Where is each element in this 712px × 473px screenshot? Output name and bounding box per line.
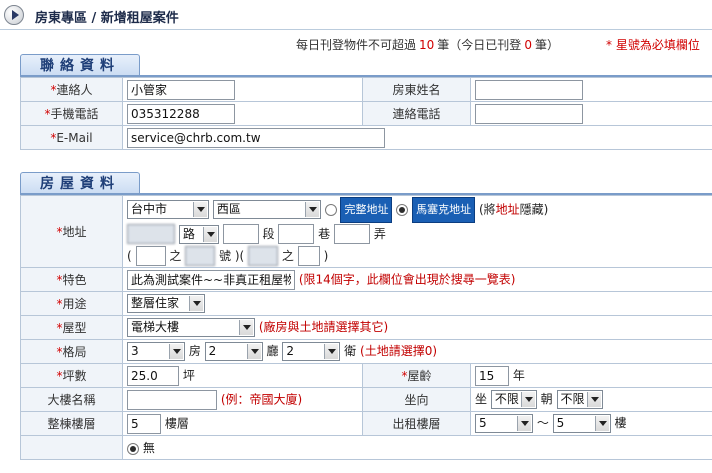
house-section-tab: 房屋資料 bbox=[20, 172, 140, 195]
address-label: *地址 bbox=[20, 195, 123, 268]
house-type-label: *屋型 bbox=[20, 315, 123, 340]
alley-input[interactable] bbox=[334, 224, 370, 244]
lane-input[interactable] bbox=[278, 224, 315, 244]
posted-today-count: 0 bbox=[524, 38, 532, 52]
mobile-label: *手機電話 bbox=[20, 101, 123, 126]
contact-name-input[interactable] bbox=[127, 79, 235, 100]
road-input[interactable] bbox=[127, 224, 175, 244]
phone-label: 連絡電話 bbox=[362, 101, 471, 126]
city-select[interactable]: 台中市 bbox=[127, 200, 209, 219]
mobile-input[interactable] bbox=[127, 103, 235, 124]
mosaic-address-radio[interactable] bbox=[396, 203, 409, 216]
building-name-label: 大樓名稱 bbox=[20, 387, 123, 412]
extra-option-label bbox=[20, 435, 123, 460]
full-address-button[interactable]: 完整地址 bbox=[340, 196, 393, 223]
building-name-hint: (例：帝國大廈) bbox=[220, 392, 303, 406]
none-option-label: 無 bbox=[142, 441, 155, 455]
daily-limit-count: 10 bbox=[419, 38, 435, 52]
halls-select[interactable]: 2 bbox=[204, 342, 263, 361]
total-floors-label: 整棟樓層 bbox=[20, 411, 123, 436]
feature-input[interactable] bbox=[127, 269, 295, 290]
daily-limit-notice: 每日刊登物件不可超過 10 筆（今日已刊登 0 筆） bbox=[296, 38, 559, 52]
page-title: 房東專區 / 新增租屋案件 bbox=[35, 11, 179, 26]
rooms-select[interactable]: 3 bbox=[127, 342, 185, 361]
age-label: *屋齡 bbox=[362, 363, 471, 388]
house-table: *地址 台中市 西區 完整地址 馬塞克地址 (將地址隱藏) 路 段 巷 弄 (… bbox=[20, 195, 712, 460]
age-input[interactable] bbox=[475, 365, 509, 386]
baths-select[interactable]: 2 bbox=[282, 342, 341, 361]
email-input[interactable] bbox=[127, 127, 385, 148]
section-input[interactable] bbox=[222, 224, 259, 244]
contact-section-tab: 聯絡資料 bbox=[20, 54, 140, 77]
phone-input[interactable] bbox=[475, 103, 583, 124]
total-floors-input[interactable] bbox=[127, 413, 161, 434]
play-arrow-icon bbox=[4, 5, 24, 25]
layout-hint: (土地請選擇0) bbox=[360, 344, 438, 358]
number-input[interactable] bbox=[185, 246, 216, 266]
facing-label: 坐向 bbox=[362, 387, 471, 412]
contact-table: *連絡人 房東姓名 *手機電話 連絡電話 *E-Mail bbox=[20, 77, 712, 150]
area-label: *坪數 bbox=[20, 363, 123, 388]
house-type-select[interactable]: 電梯大樓 bbox=[127, 318, 255, 337]
layout-label: *格局 bbox=[20, 339, 123, 364]
face-direction-select[interactable]: 不限 bbox=[556, 390, 603, 409]
road-type-select[interactable]: 路 bbox=[178, 224, 219, 244]
full-address-radio[interactable] bbox=[324, 203, 337, 216]
district-select[interactable]: 西區 bbox=[212, 200, 321, 219]
area-input[interactable] bbox=[127, 365, 179, 386]
sit-direction-select[interactable]: 不限 bbox=[490, 390, 537, 409]
usage-select[interactable]: 整層住家 bbox=[127, 294, 205, 313]
rent-floor-to-select[interactable]: 5 bbox=[552, 414, 611, 433]
usage-label: *用途 bbox=[20, 291, 123, 316]
email-label: *E-Mail bbox=[20, 125, 123, 150]
rent-floor-label: 出租樓層 bbox=[362, 411, 471, 436]
landlord-name-input[interactable] bbox=[475, 79, 583, 100]
rent-floor-from-select[interactable]: 5 bbox=[475, 414, 533, 433]
number-prefix-input[interactable] bbox=[135, 246, 166, 266]
page-header: 房東專區 / 新增租屋案件 bbox=[0, 0, 712, 30]
building-name-input[interactable] bbox=[127, 389, 217, 410]
mosaic-address-button[interactable]: 馬塞克地址 bbox=[412, 196, 476, 223]
house-type-hint: (廠房與土地請選擇其它) bbox=[258, 320, 389, 334]
floor-input[interactable] bbox=[248, 246, 279, 266]
floor-suffix-input[interactable] bbox=[297, 246, 320, 266]
hidden-address-note: (將地址隱藏) bbox=[478, 202, 549, 216]
landlord-name-label: 房東姓名 bbox=[362, 77, 471, 102]
contact-label: *連絡人 bbox=[20, 77, 123, 102]
feature-hint: (限14個字，此欄位會出現於搜尋一覽表) bbox=[298, 272, 516, 286]
feature-label: *特色 bbox=[20, 267, 123, 292]
none-option-radio[interactable] bbox=[127, 442, 139, 455]
required-field-note: * 星號為必填欄位 bbox=[606, 38, 700, 52]
